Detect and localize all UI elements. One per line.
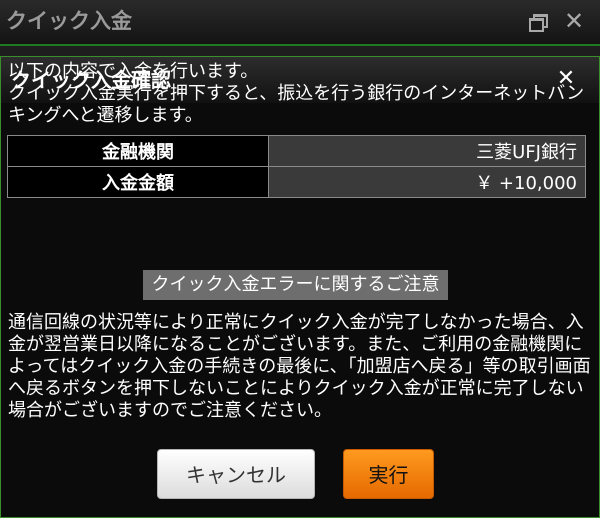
execute-button[interactable]: 実行 xyxy=(343,449,434,499)
intro-line-2: クイック入金実行を押下すると、振込を行う銀行のインターネットバンキングへと遷移し… xyxy=(8,83,585,126)
amount-label: 入金金額 xyxy=(7,166,269,198)
notice-title: クイック入金エラーに関するご注意 xyxy=(143,270,448,300)
notice-body: 通信回線の状況等により正常にクイック入金が完了しなかった場合、入金が翌営業日以降… xyxy=(8,312,591,421)
cancel-button[interactable]: キャンセル xyxy=(157,449,315,499)
outer-close-icon[interactable]: ✕ xyxy=(562,9,586,34)
amount-value: ￥ +10,000 xyxy=(268,166,586,198)
table-row: 入金金額 ￥ +10,000 xyxy=(7,166,586,198)
outer-window: クイック入金 ✕ クイック入金確認 ✕ 以下の内容で入金を行います。 クイック入金… xyxy=(0,0,600,518)
intro-text: 以下の内容で入金を行います。 クイック入金実行を押下すると、振込を行う銀行のインタ… xyxy=(8,61,593,127)
outer-accent-line xyxy=(0,44,600,46)
deposit-info-table: 金融機関 三菱UFJ銀行 入金金額 ￥ +10,000 xyxy=(7,135,586,198)
bank-label: 金融機関 xyxy=(7,135,269,167)
intro-line-1: 以下の内容で入金を行います。 xyxy=(8,61,259,82)
outer-titlebar: クイック入金 ✕ xyxy=(0,0,600,44)
table-row: 金融機関 三菱UFJ銀行 xyxy=(7,135,586,167)
restore-icon[interactable] xyxy=(526,10,550,34)
bank-value: 三菱UFJ銀行 xyxy=(268,135,586,167)
outer-window-title: クイック入金 xyxy=(6,9,132,33)
